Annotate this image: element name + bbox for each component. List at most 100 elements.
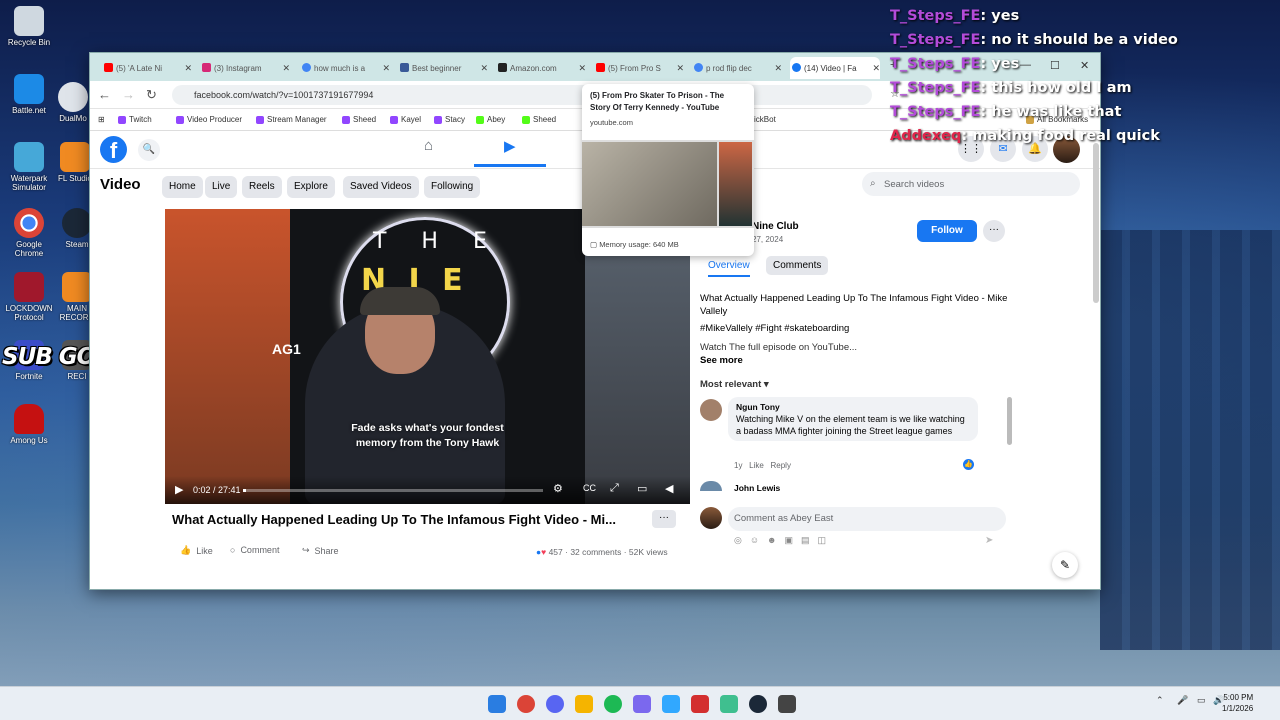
bookmark-1[interactable]: Twitch <box>118 115 152 124</box>
url-input[interactable]: facebook.com/watch/?v=1001737191677994 <box>172 85 872 105</box>
back-icon[interactable]: ← <box>98 87 111 102</box>
pill-explore[interactable]: Explore <box>287 176 335 198</box>
home-icon[interactable]: ⌂ <box>424 137 433 154</box>
spotify-icon[interactable] <box>604 695 622 713</box>
among-us-icon[interactable]: Among Us <box>4 404 54 445</box>
share-button[interactable]: ↪ Share <box>302 545 339 556</box>
mic-icon[interactable]: 🎤 <box>1177 695 1188 706</box>
forward-icon[interactable]: → <box>122 87 135 102</box>
chrome-taskbar-icon[interactable] <box>517 695 535 713</box>
volume-icon[interactable]: ◀ <box>665 482 673 495</box>
expand-icon[interactable]: ⤢ <box>610 482 619 495</box>
game-icon[interactable] <box>691 695 709 713</box>
start-icon[interactable] <box>488 695 506 713</box>
file-explorer-icon[interactable] <box>575 695 593 713</box>
close-icon[interactable]: ✕ <box>872 63 880 74</box>
channel-name[interactable]: Nine Club <box>752 221 799 232</box>
pill-home[interactable]: Home <box>162 176 203 198</box>
compose-icon[interactable]: ✎ <box>1052 552 1078 578</box>
close-icon[interactable]: ✕ <box>578 63 586 74</box>
bookmark-2[interactable]: Video Producer <box>176 115 242 124</box>
premiere-icon[interactable] <box>662 695 680 713</box>
comment-tools[interactable]: ◎☺☻▣▤◫ <box>734 535 834 546</box>
comment-count[interactable]: 32 comments <box>570 547 621 557</box>
recycle-bin-icon[interactable]: Recycle Bin <box>4 6 54 47</box>
network-icon[interactable]: ▭ <box>1197 695 1206 706</box>
comment-like-link[interactable]: Like <box>749 461 764 470</box>
tab-2[interactable]: (3) Instagram ✕ <box>200 57 290 79</box>
tab-6[interactable]: (5) From Pro S ✕ <box>594 57 684 79</box>
app-icon[interactable] <box>633 695 651 713</box>
comment-author[interactable]: John Lewis <box>734 483 780 493</box>
comment-avatar[interactable] <box>700 399 722 421</box>
pill-live[interactable]: Live <box>205 176 238 198</box>
comment-button[interactable]: ○ Comment <box>230 545 279 555</box>
bookmark-7[interactable]: Abey <box>476 115 505 124</box>
bookmark-8[interactable]: Sheed <box>522 115 556 124</box>
send-icon[interactable]: ➤ <box>985 535 993 546</box>
app-icon[interactable] <box>720 695 738 713</box>
facebook-logo-icon[interactable]: f <box>100 136 127 163</box>
app-icon[interactable] <box>778 695 796 713</box>
twitch-icon <box>390 115 398 124</box>
tab-5[interactable]: Amazon.com ✕ <box>496 57 586 79</box>
comment-input[interactable]: Comment as Abey East <box>728 507 1006 531</box>
like-button[interactable]: 👍 Like <box>180 545 213 556</box>
apps-grid-icon[interactable]: ⊞ <box>98 115 105 124</box>
video-progress-fill <box>243 489 246 492</box>
lockdown-protocol-icon[interactable]: LOCKDOWN Protocol <box>4 272 54 322</box>
close-icon[interactable]: ✕ <box>480 63 488 74</box>
pill-reels[interactable]: Reels <box>242 176 282 198</box>
comments-scrollbar[interactable] <box>1007 397 1012 445</box>
pill-following[interactable]: Following <box>424 176 481 198</box>
search-icon[interactable]: 🔍 <box>138 139 160 161</box>
discord-icon[interactable] <box>546 695 564 713</box>
hashtags[interactable]: #MikeVallely #Fight #skateboarding <box>700 323 849 334</box>
youtube-icon <box>104 63 113 72</box>
tab-overview[interactable]: Overview <box>708 256 750 277</box>
obs-icon[interactable] <box>749 695 767 713</box>
comment-avatar[interactable] <box>700 481 722 491</box>
clock[interactable]: 5:00 PM 1/1/2026 <box>1222 692 1253 714</box>
tab-1[interactable]: (5) 'A Late Ni ✕ <box>102 57 192 79</box>
reload-icon[interactable]: ↻ <box>146 87 157 103</box>
bookmark-3[interactable]: Stream Manager <box>256 115 327 124</box>
miniplayer-icon[interactable]: ▭ <box>637 482 647 495</box>
more-options-button[interactable]: ··· <box>983 220 1005 242</box>
close-icon[interactable]: ✕ <box>676 63 684 74</box>
bookmark-5[interactable]: Kayel <box>390 115 421 124</box>
comment-reply-link[interactable]: Reply <box>770 461 790 470</box>
tray-chevron-icon[interactable]: ⌃ <box>1156 695 1164 706</box>
tab-7[interactable]: p rod flip dec ✕ <box>692 57 782 79</box>
captions-icon[interactable]: CC <box>583 483 596 493</box>
battlenet-icon[interactable]: Battle.net <box>4 74 54 115</box>
tab-comments[interactable]: Comments <box>766 256 829 275</box>
follow-button[interactable]: Follow <box>917 220 977 242</box>
tab-4[interactable]: Best beginner ✕ <box>398 57 488 79</box>
close-icon[interactable]: ✕ <box>382 63 390 74</box>
close-icon[interactable]: ✕ <box>282 63 290 74</box>
pill-saved-videos[interactable]: Saved Videos <box>343 176 419 198</box>
bookmark-6[interactable]: Stacy <box>434 115 465 124</box>
comment-author[interactable]: Ngun Tony <box>736 401 970 413</box>
close-icon[interactable]: ✕ <box>774 63 782 74</box>
video-caption: Fade asks what's your fondest memory fro… <box>351 422 504 449</box>
video-more-button[interactable]: ··· <box>652 510 676 528</box>
video-search-input[interactable]: ⌕ Search videos <box>862 172 1080 196</box>
reaction-count[interactable]: 457 <box>549 547 563 557</box>
see-more-link[interactable]: See more <box>700 355 743 366</box>
video-progress-bar[interactable] <box>243 489 543 492</box>
bookmark-4[interactable]: Sheed <box>342 115 376 124</box>
page-scrollbar[interactable] <box>1093 143 1099 303</box>
google-chrome-icon[interactable]: Google Chrome <box>4 208 54 258</box>
sort-dropdown[interactable]: Most relevant ▾ <box>700 379 769 390</box>
tab-3[interactable]: how much is a ✕ <box>300 57 390 79</box>
bookmark-9[interactable]: ickBot <box>754 115 776 124</box>
settings-icon[interactable]: ⚙ <box>553 482 563 495</box>
close-icon[interactable]: ✕ <box>184 63 192 74</box>
waterpark-simulator-icon[interactable]: Waterpark Simulator <box>4 142 54 192</box>
video-icon[interactable]: ▶ <box>475 137 544 167</box>
tab-8-active[interactable]: (14) Video | Fa ✕ <box>790 57 880 79</box>
chat-line: T_Steps_FE: he was like that <box>890 104 1122 120</box>
play-icon[interactable]: ▶ <box>175 483 183 496</box>
